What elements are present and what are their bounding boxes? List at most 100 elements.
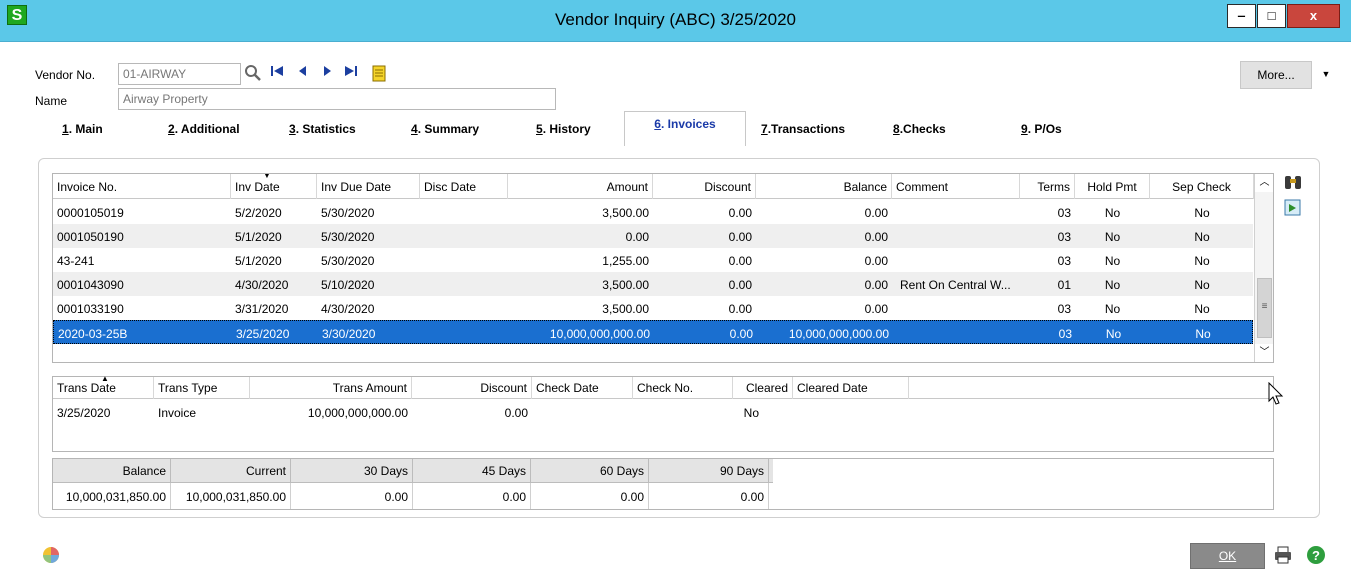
help-icon[interactable]: ? [1305, 545, 1327, 567]
transaction-row[interactable]: 3/25/2020 Invoice 10,000,000,000.00 0.00… [53, 401, 1275, 423]
col-trans-type[interactable]: Trans Type [154, 377, 250, 399]
cell-sep-check: No [1194, 254, 1210, 268]
tab-invoices[interactable]: 6. Invoices [624, 111, 746, 146]
tab-main[interactable]: 1. Main [62, 116, 103, 146]
col-disc-date[interactable]: Disc Date [420, 174, 508, 199]
cell-inv-date: 3/31/2020 [235, 302, 289, 316]
tab-pos[interactable]: 9. P/Os [1021, 116, 1062, 146]
window-title: Vendor Inquiry (ABC) 3/25/2020 [555, 10, 796, 29]
cell-discount: 0.00 [728, 278, 752, 292]
invoice-row[interactable]: 43-241 5/1/2020 5/30/2020 1,255.00 0.00 … [53, 248, 1253, 272]
col-trans-date[interactable]: ▲ Trans Date [53, 374, 154, 399]
svg-text:?: ? [1312, 548, 1320, 563]
tab-additional[interactable]: 2. Additional [168, 116, 240, 146]
invoice-row[interactable]: 0001050190 5/1/2020 5/30/2020 0.00 0.00 … [53, 224, 1253, 248]
name-label: Name [35, 94, 68, 108]
col-amount[interactable]: Amount [508, 174, 653, 199]
title-bar: S Vendor Inquiry (ABC) 3/25/2020 ‒ □ x [0, 0, 1351, 42]
cell-balance: 0.00 [864, 302, 888, 316]
cell-discount: 0.00 [728, 206, 752, 220]
next-record-icon[interactable] [318, 64, 336, 82]
cell-terms: 03 [1057, 206, 1071, 220]
col-cleared-date[interactable]: Cleared Date [793, 377, 909, 399]
cell-disc-date [420, 248, 508, 272]
col-comment[interactable]: Comment [892, 174, 1020, 199]
tab-transactions[interactable]: 7.Transactions [761, 116, 845, 146]
scroll-down-icon[interactable]: ﹀ [1255, 344, 1273, 362]
col-terms[interactable]: Terms [1020, 174, 1075, 199]
cell-amount: 0.00 [625, 230, 649, 244]
cell-invoice-no: 0001043090 [57, 278, 124, 292]
col-invoice-no[interactable]: Invoice No. [53, 174, 231, 199]
col-balance[interactable]: Balance [756, 174, 892, 199]
col-hold-pmt[interactable]: Hold Pmt [1075, 174, 1150, 199]
drill-down-icon[interactable] [1283, 198, 1303, 218]
cell-hold-pmt: No [1104, 278, 1121, 292]
cell-aging-30: 0.00 [291, 483, 413, 509]
col-sep-check[interactable]: Sep Check [1150, 174, 1254, 199]
ok-button[interactable]: OK [1190, 543, 1265, 569]
col-discount[interactable]: Discount [653, 174, 756, 199]
cell-comment [892, 224, 1020, 248]
close-button[interactable]: x [1287, 4, 1340, 28]
cell-amount: 1,255.00 [602, 254, 649, 268]
search-icon[interactable] [244, 64, 262, 82]
tab-checks[interactable]: 8.Checks [893, 116, 946, 146]
cell-disc-date [420, 296, 508, 320]
cell-balance: 10,000,000,000.00 [788, 327, 889, 341]
vendor-no-field[interactable]: 01-AIRWAY [118, 63, 241, 85]
transaction-grid: ▲ Trans Date Trans Type Trans Amount Disc… [52, 374, 1275, 452]
cell-inv-due-date: 4/30/2020 [321, 302, 375, 316]
cell-amount: 10,000,000,000.00 [549, 327, 650, 341]
cell-check-date [532, 401, 633, 423]
col-cleared[interactable]: Cleared [733, 377, 793, 399]
color-palette-icon[interactable] [40, 545, 62, 567]
more-dropdown-arrow[interactable]: ▼ [1314, 61, 1338, 89]
cell-amount: 3,500.00 [602, 206, 649, 220]
cell-aging-45: 0.00 [413, 483, 531, 509]
print-icon[interactable] [1272, 545, 1294, 567]
invoice-row[interactable]: 0000105019 5/2/2020 5/30/2020 3,500.00 0… [53, 200, 1253, 224]
notes-icon[interactable] [370, 64, 388, 82]
last-record-icon[interactable] [342, 64, 360, 82]
previous-record-icon[interactable] [294, 64, 312, 82]
name-field[interactable]: Airway Property [118, 88, 556, 110]
binoculars-icon[interactable] [1283, 173, 1303, 193]
tab-history[interactable]: 5. History [536, 116, 591, 146]
scroll-up-icon[interactable]: ︿ [1255, 174, 1273, 192]
minimize-button[interactable]: ‒ [1227, 4, 1256, 28]
first-record-icon[interactable] [268, 64, 286, 82]
maximize-button[interactable]: □ [1257, 4, 1286, 28]
invoice-row[interactable]: 0001033190 3/31/2020 4/30/2020 3,500.00 … [53, 296, 1253, 320]
cell-sep-check: No [1194, 278, 1210, 292]
col-aging-balance: Balance [53, 459, 171, 483]
cell-hold-pmt: No [1104, 230, 1121, 244]
cell-sep-check: No [1195, 327, 1211, 341]
cell-terms: 03 [1057, 230, 1071, 244]
cell-aging-current: 10,000,031,850.00 [171, 483, 291, 509]
tab-statistics[interactable]: 3. Statistics [289, 116, 356, 146]
cell-cleared: No [743, 406, 759, 420]
scroll-thumb[interactable]: ≡ [1257, 278, 1272, 338]
col-aging-30: 30 Days [291, 459, 413, 483]
col-check-no[interactable]: Check No. [633, 377, 733, 399]
cell-comment [893, 321, 1021, 345]
tab-summary[interactable]: 4. Summary [411, 116, 479, 146]
invoice-grid-scrollbar[interactable]: ︿ ≡ ﹀ [1254, 174, 1273, 362]
more-button[interactable]: More... [1240, 61, 1312, 89]
sort-arrow-icon: ▲ [101, 374, 109, 383]
cell-terms: 03 [1058, 327, 1072, 341]
col-check-date[interactable]: Check Date [532, 377, 633, 399]
col-inv-date[interactable]: ▼ Inv Date [231, 174, 317, 199]
cell-discount: 0.00 [729, 327, 753, 341]
col-trans-discount[interactable]: Discount [412, 377, 532, 399]
col-inv-due-date[interactable]: Inv Due Date [317, 174, 420, 199]
col-trans-amount[interactable]: Trans Amount [250, 377, 412, 399]
cell-inv-due-date: 5/30/2020 [321, 230, 375, 244]
invoice-row[interactable]: 0001043090 4/30/2020 5/10/2020 3,500.00 … [53, 272, 1253, 296]
invoice-row-selected[interactable]: 2020-03-25B 3/25/2020 3/30/2020 10,000,0… [53, 320, 1253, 344]
col-aging-current: Current [171, 459, 291, 483]
cell-balance: 0.00 [864, 278, 888, 292]
cell-disc-date [420, 272, 508, 296]
cell-inv-due-date: 5/30/2020 [321, 206, 375, 220]
